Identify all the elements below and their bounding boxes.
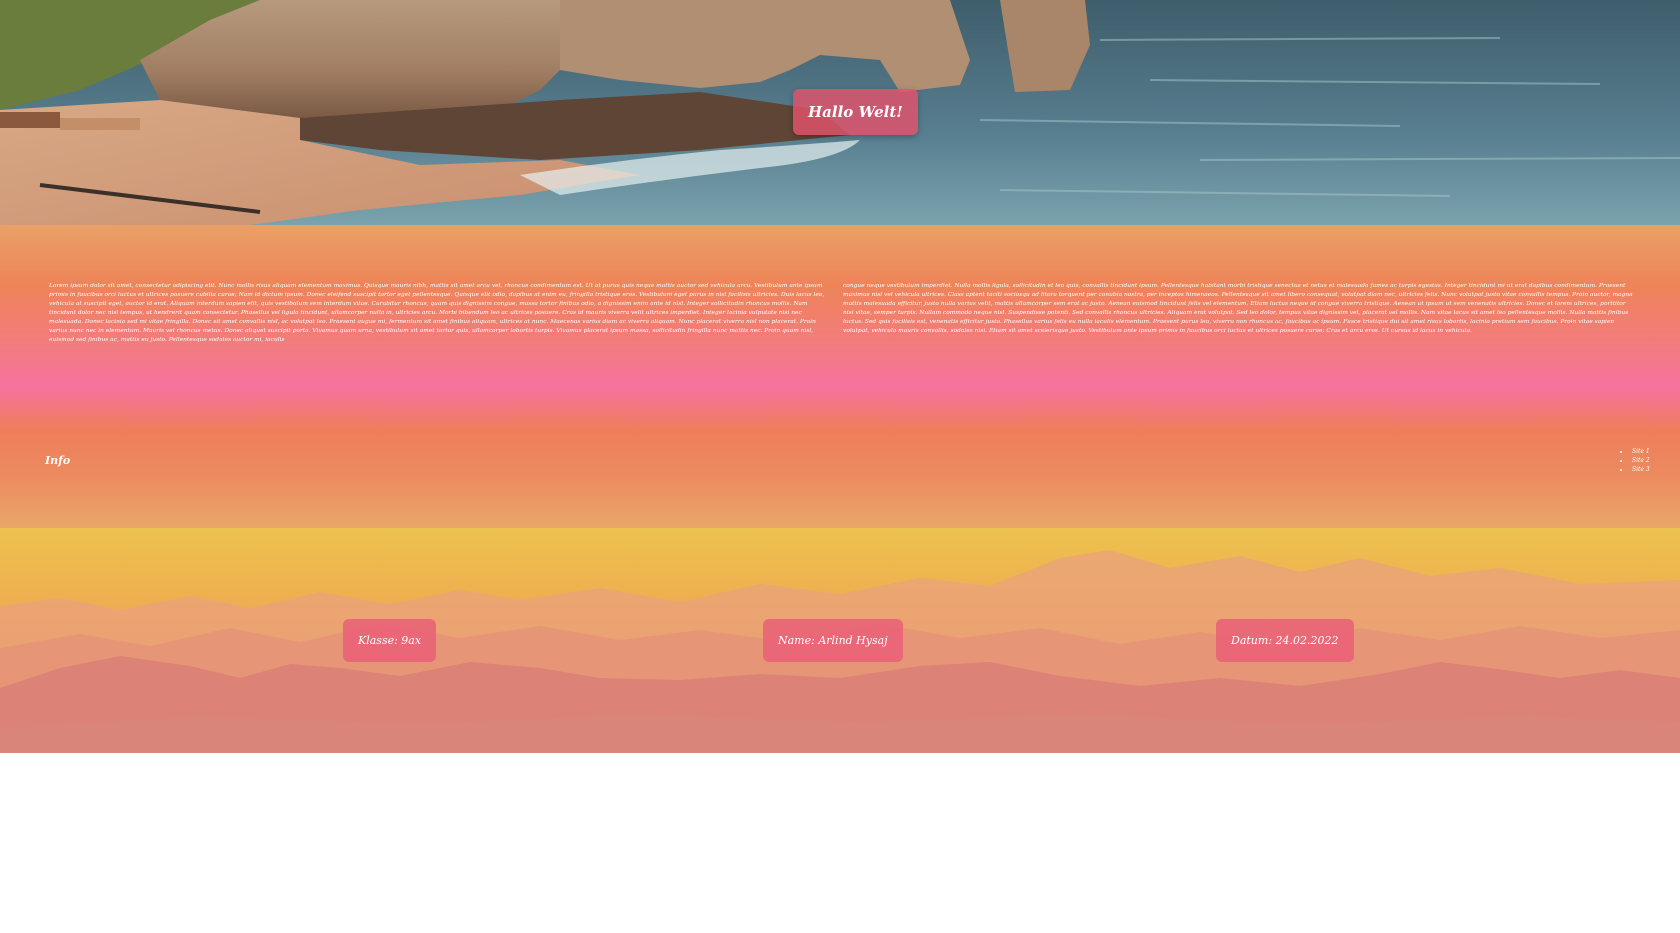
page: Hallo Welt! Lorem ipsum dolor sit amet, … — [0, 0, 1680, 933]
page-link-3[interactable]: Site 3 — [1620, 465, 1650, 474]
page-link-list: Site 1 Site 2 Site 3 — [1620, 447, 1650, 474]
content-band: Lorem ipsum dolor sit amet, consectetur … — [0, 225, 1680, 528]
hero-title: Hallo Welt! — [793, 89, 918, 135]
info-label: Info — [45, 454, 71, 467]
hero-banner: Hallo Welt! — [0, 0, 1680, 225]
footer: Klasse: 9ax Name: Arlind Hysaj Datum: 24… — [0, 528, 1680, 753]
class-badge: Klasse: 9ax — [343, 619, 437, 662]
lorem-paragraph-left: Lorem ipsum dolor sit amet, consectetur … — [49, 283, 825, 343]
lorem-paragraph-right: congue neque vestibulum imperdiet. Nulla… — [843, 283, 1633, 334]
page-link-1[interactable]: Site 1 — [1620, 447, 1650, 456]
author-name-badge: Name: Arlind Hysaj — [763, 619, 903, 662]
page-link-2[interactable]: Site 2 — [1620, 456, 1650, 465]
date-badge: Datum: 24.02.2022 — [1216, 619, 1354, 662]
